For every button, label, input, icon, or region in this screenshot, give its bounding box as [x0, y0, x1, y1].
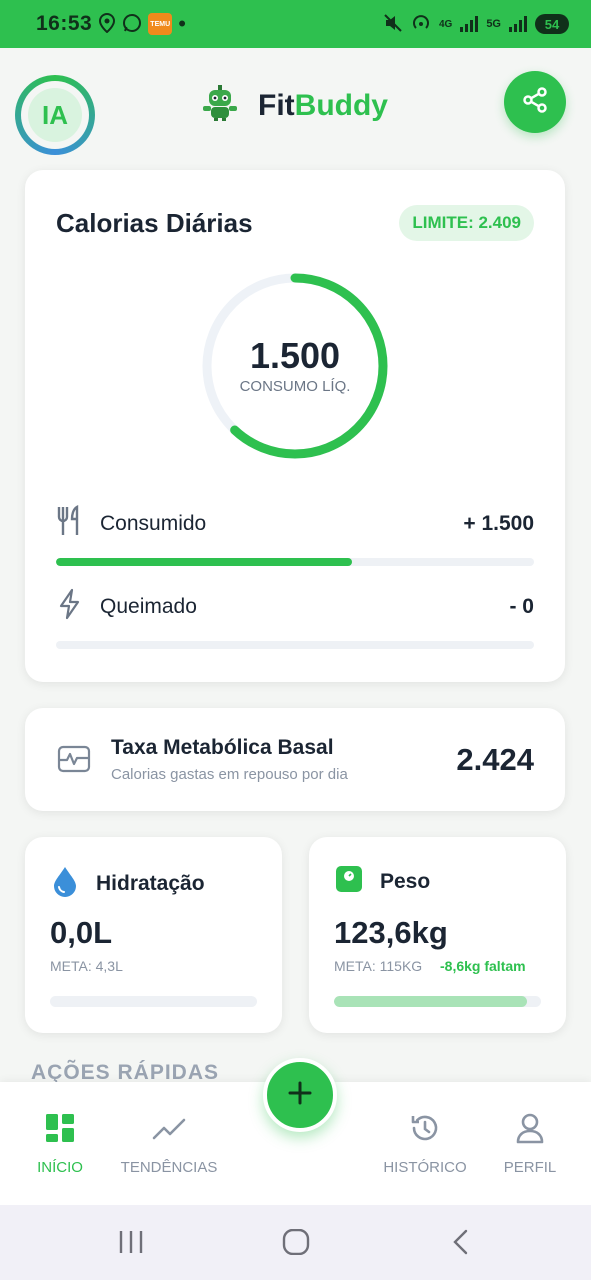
status-time: 16:53	[36, 12, 93, 35]
burned-bar	[56, 641, 534, 649]
back-system-button[interactable]	[449, 1229, 473, 1260]
system-navigation-bar	[0, 1205, 591, 1280]
consumed-bar	[56, 558, 534, 566]
brand: FitBuddy	[200, 84, 388, 127]
dot-icon: •	[178, 11, 186, 36]
nav-history[interactable]: HISTÓRICO	[365, 1112, 485, 1176]
tmb-subtitle: Calorias gastas em repouso por dia	[111, 766, 348, 783]
heart-monitor-icon	[57, 744, 91, 779]
nav-trends-label: TENDÊNCIAS	[120, 1159, 218, 1176]
signal-icon	[460, 16, 479, 32]
mute-icon	[383, 13, 403, 35]
weight-remaining: -8,6kg faltam	[440, 958, 526, 974]
consumed-row: Consumido + 1.500	[56, 505, 534, 542]
scale-icon	[335, 865, 363, 898]
add-button[interactable]	[263, 1058, 337, 1132]
app-header: IA FitBuddy	[0, 48, 591, 168]
weight-value: 123,6kg	[334, 915, 448, 950]
avatar-initials: IA	[28, 88, 82, 142]
nav-profile[interactable]: PERFIL	[470, 1112, 590, 1176]
network-label: 4G	[438, 18, 453, 30]
hydration-meta: META: 4,3L	[50, 958, 123, 974]
signal2-icon	[509, 16, 527, 32]
net-calories-label: CONSUMO LÍQ.	[239, 378, 351, 395]
fork-knife-icon	[56, 505, 84, 542]
status-bar: 16:53 TEMU • 4G 5G 54	[0, 0, 591, 48]
tmb-value: 2.424	[456, 742, 534, 777]
calorie-ring: 1.500 CONSUMO LÍQ.	[200, 271, 390, 461]
consumed-label: Consumido	[100, 511, 207, 535]
weight-bar-fill	[334, 996, 527, 1007]
daily-calories-card: Calorias Diárias LIMITE: 2.409 1.500 CON…	[25, 170, 565, 682]
weight-title: Peso	[380, 869, 431, 893]
app-title-part1: Fit	[258, 88, 295, 122]
network2-label: 5G	[486, 18, 501, 30]
history-icon	[409, 1112, 441, 1149]
app-title-part2: Buddy	[294, 88, 388, 122]
home-system-button[interactable]	[282, 1228, 310, 1260]
burned-label: Queimado	[100, 594, 197, 618]
recent-apps-button[interactable]	[117, 1229, 145, 1260]
hydration-value: 0,0L	[50, 915, 113, 950]
calorie-limit-badge: LIMITE: 2.409	[399, 205, 534, 241]
burned-row: Queimado - 0	[56, 588, 534, 625]
hotspot-icon	[411, 14, 431, 35]
nav-profile-label: PERFIL	[503, 1159, 557, 1176]
weight-meta: META: 115KG	[334, 958, 423, 974]
weight-card[interactable]: Peso 123,6kg META: 115KG -8,6kg faltam	[309, 837, 566, 1033]
temu-app-icon: TEMU	[148, 13, 173, 35]
hydration-title: Hidratação	[96, 871, 205, 895]
share-button[interactable]	[504, 71, 566, 133]
consumed-bar-fill	[56, 558, 353, 566]
robot-logo-icon	[200, 84, 240, 127]
nav-trends[interactable]: TENDÊNCIAS	[109, 1112, 229, 1176]
whatsapp-icon	[122, 13, 142, 36]
nav-home[interactable]: INÍCIO	[0, 1112, 120, 1176]
lightning-icon	[56, 588, 84, 625]
nav-history-label: HISTÓRICO	[383, 1159, 467, 1176]
burned-value: - 0	[509, 594, 534, 618]
nav-home-label: INÍCIO	[37, 1159, 83, 1176]
share-icon	[520, 85, 550, 120]
battery-icon: 54	[535, 14, 569, 34]
basal-metabolic-rate-card[interactable]: Taxa Metabólica Basal Calorias gastas em…	[25, 708, 565, 811]
weight-bar	[334, 996, 541, 1007]
ai-avatar-button[interactable]: IA	[15, 75, 95, 155]
net-calories-value: 1.500	[249, 335, 341, 376]
hydration-bar	[50, 996, 257, 1007]
tmb-title: Taxa Metabólica Basal	[111, 736, 334, 759]
trend-line-icon	[152, 1112, 186, 1149]
consumed-value: + 1.500	[463, 511, 534, 535]
dashboard-icon	[44, 1112, 76, 1149]
app-title: FitBuddy	[258, 89, 388, 123]
water-drop-icon	[51, 865, 79, 902]
hydration-card[interactable]: Hidratação 0,0L META: 4,3L	[25, 837, 282, 1033]
plus-icon	[287, 1080, 313, 1111]
user-icon	[515, 1112, 545, 1149]
calories-title: Calorias Diárias	[56, 208, 253, 238]
location-icon	[98, 12, 116, 36]
